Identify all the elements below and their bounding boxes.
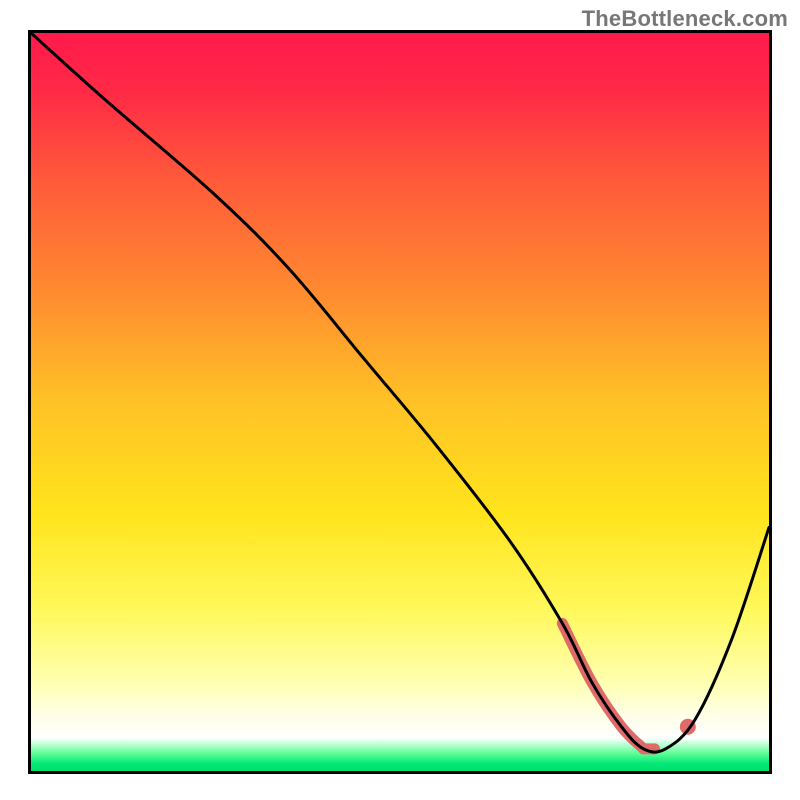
curve-layer xyxy=(31,33,769,771)
highlight-near-optimum xyxy=(562,623,665,748)
plot-area xyxy=(28,30,772,774)
chart-frame: TheBottleneck.com xyxy=(0,0,800,800)
attribution-text: TheBottleneck.com xyxy=(582,6,788,32)
bottleneck-curve xyxy=(31,33,769,752)
